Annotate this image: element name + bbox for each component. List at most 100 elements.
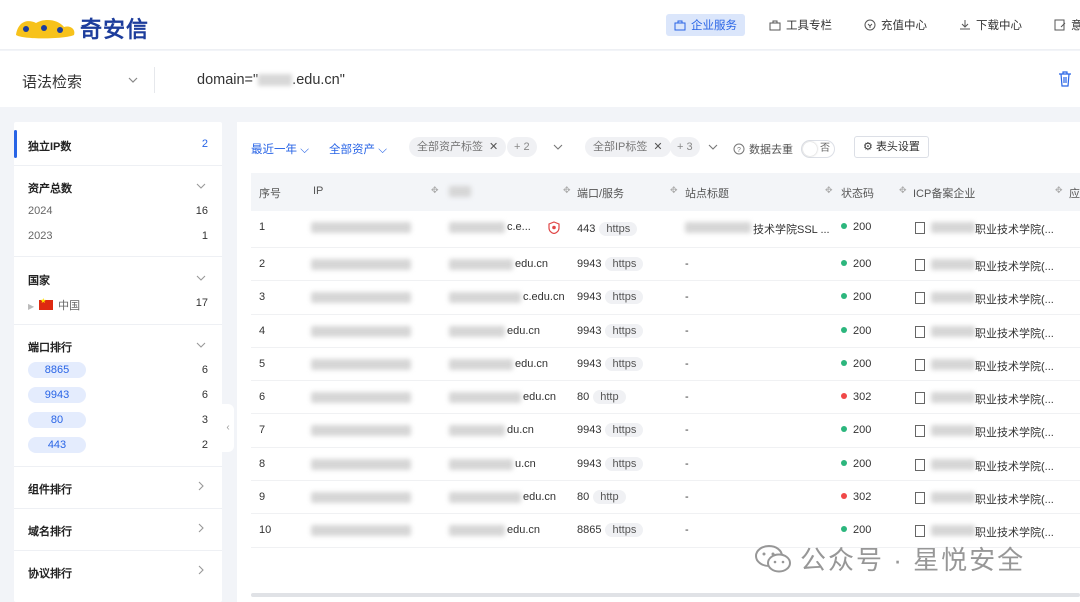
chevron-down-icon[interactable] <box>128 75 138 85</box>
asset-year-row[interactable]: 2024 16 <box>28 205 208 223</box>
nav-tools[interactable]: 工具专栏 <box>761 14 840 36</box>
asset-tag-more[interactable]: + 2 <box>507 137 537 157</box>
building-icon <box>915 492 925 505</box>
asset-scope-select[interactable]: 全部资产 ⌵ <box>329 141 387 157</box>
table-row[interactable]: 8 u.cn 9943 https - 200 职业技术学院(... <box>251 448 1080 482</box>
chevron-down-icon[interactable] <box>196 181 206 191</box>
sort-icon[interactable]: ✥ <box>670 185 678 196</box>
nav-feedback[interactable]: 意见 <box>1046 14 1080 36</box>
port-count: 2 <box>201 439 208 451</box>
status-dot <box>841 493 847 500</box>
dedup-toggle[interactable]: 否 <box>801 140 835 158</box>
qianxin-logo[interactable]: 奇安信 <box>14 12 149 44</box>
table-row[interactable]: 7 du.cn 9943 https - 200 职业技术学院(... <box>251 414 1080 448</box>
redacted-domain <box>449 458 513 470</box>
row-domain[interactable]: edu.cn <box>515 258 548 270</box>
row-icp[interactable]: 职业技术学院(... <box>975 524 1054 540</box>
close-icon[interactable]: ✕ <box>653 141 662 153</box>
table-row[interactable]: 6 edu.cn 80 http - 302 职业技术学院(... <box>251 381 1080 415</box>
row-port-service: 80 http <box>577 390 626 405</box>
row-site-title: - <box>685 324 689 337</box>
sort-icon[interactable]: ✥ <box>431 185 439 196</box>
row-icp[interactable]: 职业技术学院(... <box>975 325 1054 341</box>
ip-tag-chip[interactable]: 全部IP标签 ✕ <box>585 137 671 157</box>
sort-icon[interactable]: ✥ <box>899 185 907 196</box>
time-range-select[interactable]: 最近一年 ⌵ <box>251 141 309 157</box>
search-query-input[interactable]: domain=" .edu.cn" <box>197 72 345 88</box>
chevron-down-icon[interactable] <box>196 340 206 350</box>
row-domain[interactable]: edu.cn <box>507 325 540 337</box>
table-row[interactable]: 2 edu.cn 9943 https - 200 职业技术学院(... <box>251 248 1080 282</box>
chevron-down-icon[interactable] <box>196 273 206 283</box>
horizontal-scrollbar[interactable] <box>251 593 1080 597</box>
port-chip[interactable]: 80 <box>28 412 86 428</box>
ip-tag-more[interactable]: + 3 <box>670 137 700 157</box>
filter-toolbar: 最近一年 ⌵ 全部资产 ⌵ 全部资产标签 ✕ + 2 全部IP标签 ✕ + 3 ? … <box>251 136 1080 161</box>
nav-enterprise-service[interactable]: 企业服务 <box>666 14 745 36</box>
column-settings-button[interactable]: ⚙ 表头设置 <box>854 136 929 158</box>
row-icp[interactable]: 职业技术学院(... <box>975 258 1054 274</box>
protocol-rank-label[interactable]: 协议排行 <box>28 565 72 581</box>
row-icp[interactable]: 职业技术学院(... <box>975 424 1054 440</box>
nav-recharge[interactable]: 充值中心 <box>856 14 935 36</box>
unique-ip-section[interactable]: 独立IP数 2 <box>14 122 222 166</box>
row-domain[interactable]: edu.cn <box>523 491 556 503</box>
port-chip[interactable]: 443 <box>28 437 86 453</box>
trash-icon[interactable] <box>1058 71 1072 87</box>
caret-right-icon[interactable]: ▶ <box>28 302 34 311</box>
close-icon[interactable]: ✕ <box>489 141 498 153</box>
redacted-domain <box>449 358 513 370</box>
row-icp[interactable]: 职业技术学院(... <box>975 391 1054 407</box>
redacted-icp <box>931 259 975 270</box>
domain-rank-label[interactable]: 域名排行 <box>28 523 72 539</box>
col-icp: ICP备案企业 <box>913 188 976 200</box>
building-icon <box>915 222 925 234</box>
port-chip[interactable]: 8865 <box>28 362 86 378</box>
redacted-domain <box>449 525 505 537</box>
row-index: 6 <box>259 391 266 404</box>
row-status-code: 200 <box>841 325 871 337</box>
row-domain[interactable]: c.edu.cn <box>523 291 565 303</box>
row-domain[interactable]: du.cn <box>507 424 534 436</box>
row-domain[interactable]: edu.cn <box>507 524 540 536</box>
sort-icon[interactable]: ✥ <box>1055 185 1063 196</box>
syntax-search-select[interactable]: 语法检索 <box>22 71 82 92</box>
sort-icon[interactable]: ✥ <box>825 185 833 196</box>
table-row[interactable]: 3 c.edu.cn 9943 https - 200 职业技术学院(... <box>251 281 1080 315</box>
chevron-right-icon[interactable] <box>196 523 206 533</box>
table-row[interactable]: 4 edu.cn 9943 https - 200 职业技术学院(... <box>251 315 1080 348</box>
port-chip[interactable]: 9943 <box>28 387 86 403</box>
chevron-right-icon[interactable] <box>196 565 206 575</box>
service-badge: https <box>605 290 644 305</box>
country-row[interactable]: ▶中国17 <box>28 297 208 315</box>
row-icp[interactable]: 职业技术学院(... <box>975 221 1054 237</box>
redacted-icp <box>931 392 975 404</box>
nav-download[interactable]: 下载中心 <box>951 14 1030 36</box>
row-icp[interactable]: 职业技术学院(... <box>975 458 1054 474</box>
chevron-down-icon[interactable] <box>708 142 718 152</box>
row-icp[interactable]: 职业技术学院(... <box>975 358 1054 374</box>
chevron-down-icon[interactable] <box>553 142 563 152</box>
row-site-title[interactable]: 技术学院SSL ... <box>753 221 830 237</box>
divider <box>14 324 222 325</box>
chevron-right-icon[interactable] <box>196 481 206 491</box>
row-icp[interactable]: 职业技术学院(... <box>975 291 1054 307</box>
row-icp[interactable]: 职业技术学院(... <box>975 491 1054 507</box>
asset-tag-chip[interactable]: 全部资产标签 ✕ <box>409 137 507 157</box>
row-domain[interactable]: c.e... <box>507 221 531 233</box>
unique-ip-label: 独立IP数 <box>28 141 72 153</box>
component-rank-label[interactable]: 组件排行 <box>28 481 72 497</box>
service-badge: https <box>605 323 644 338</box>
row-domain[interactable]: u.cn <box>515 458 536 470</box>
asset-year-row[interactable]: 2023 1 <box>28 230 208 248</box>
help-circle-icon[interactable]: ? <box>733 143 745 155</box>
redacted-ip <box>311 392 411 404</box>
row-domain[interactable]: edu.cn <box>515 358 548 370</box>
table-row[interactable]: 5 edu.cn 9943 https - 200 职业技术学院(... <box>251 348 1080 382</box>
row-domain[interactable]: edu.cn <box>523 391 556 403</box>
sort-icon[interactable]: ✥ <box>563 185 571 196</box>
table-row[interactable]: 9 edu.cn 80 http - 302 职业技术学院(... <box>251 481 1080 515</box>
table-row[interactable]: 1 c.e... 443 https 技术学院SSL ... 200 职业技术学院(... <box>251 211 1080 248</box>
building-icon <box>915 425 925 438</box>
sidebar-collapse-handle[interactable]: ‹ <box>222 404 234 452</box>
